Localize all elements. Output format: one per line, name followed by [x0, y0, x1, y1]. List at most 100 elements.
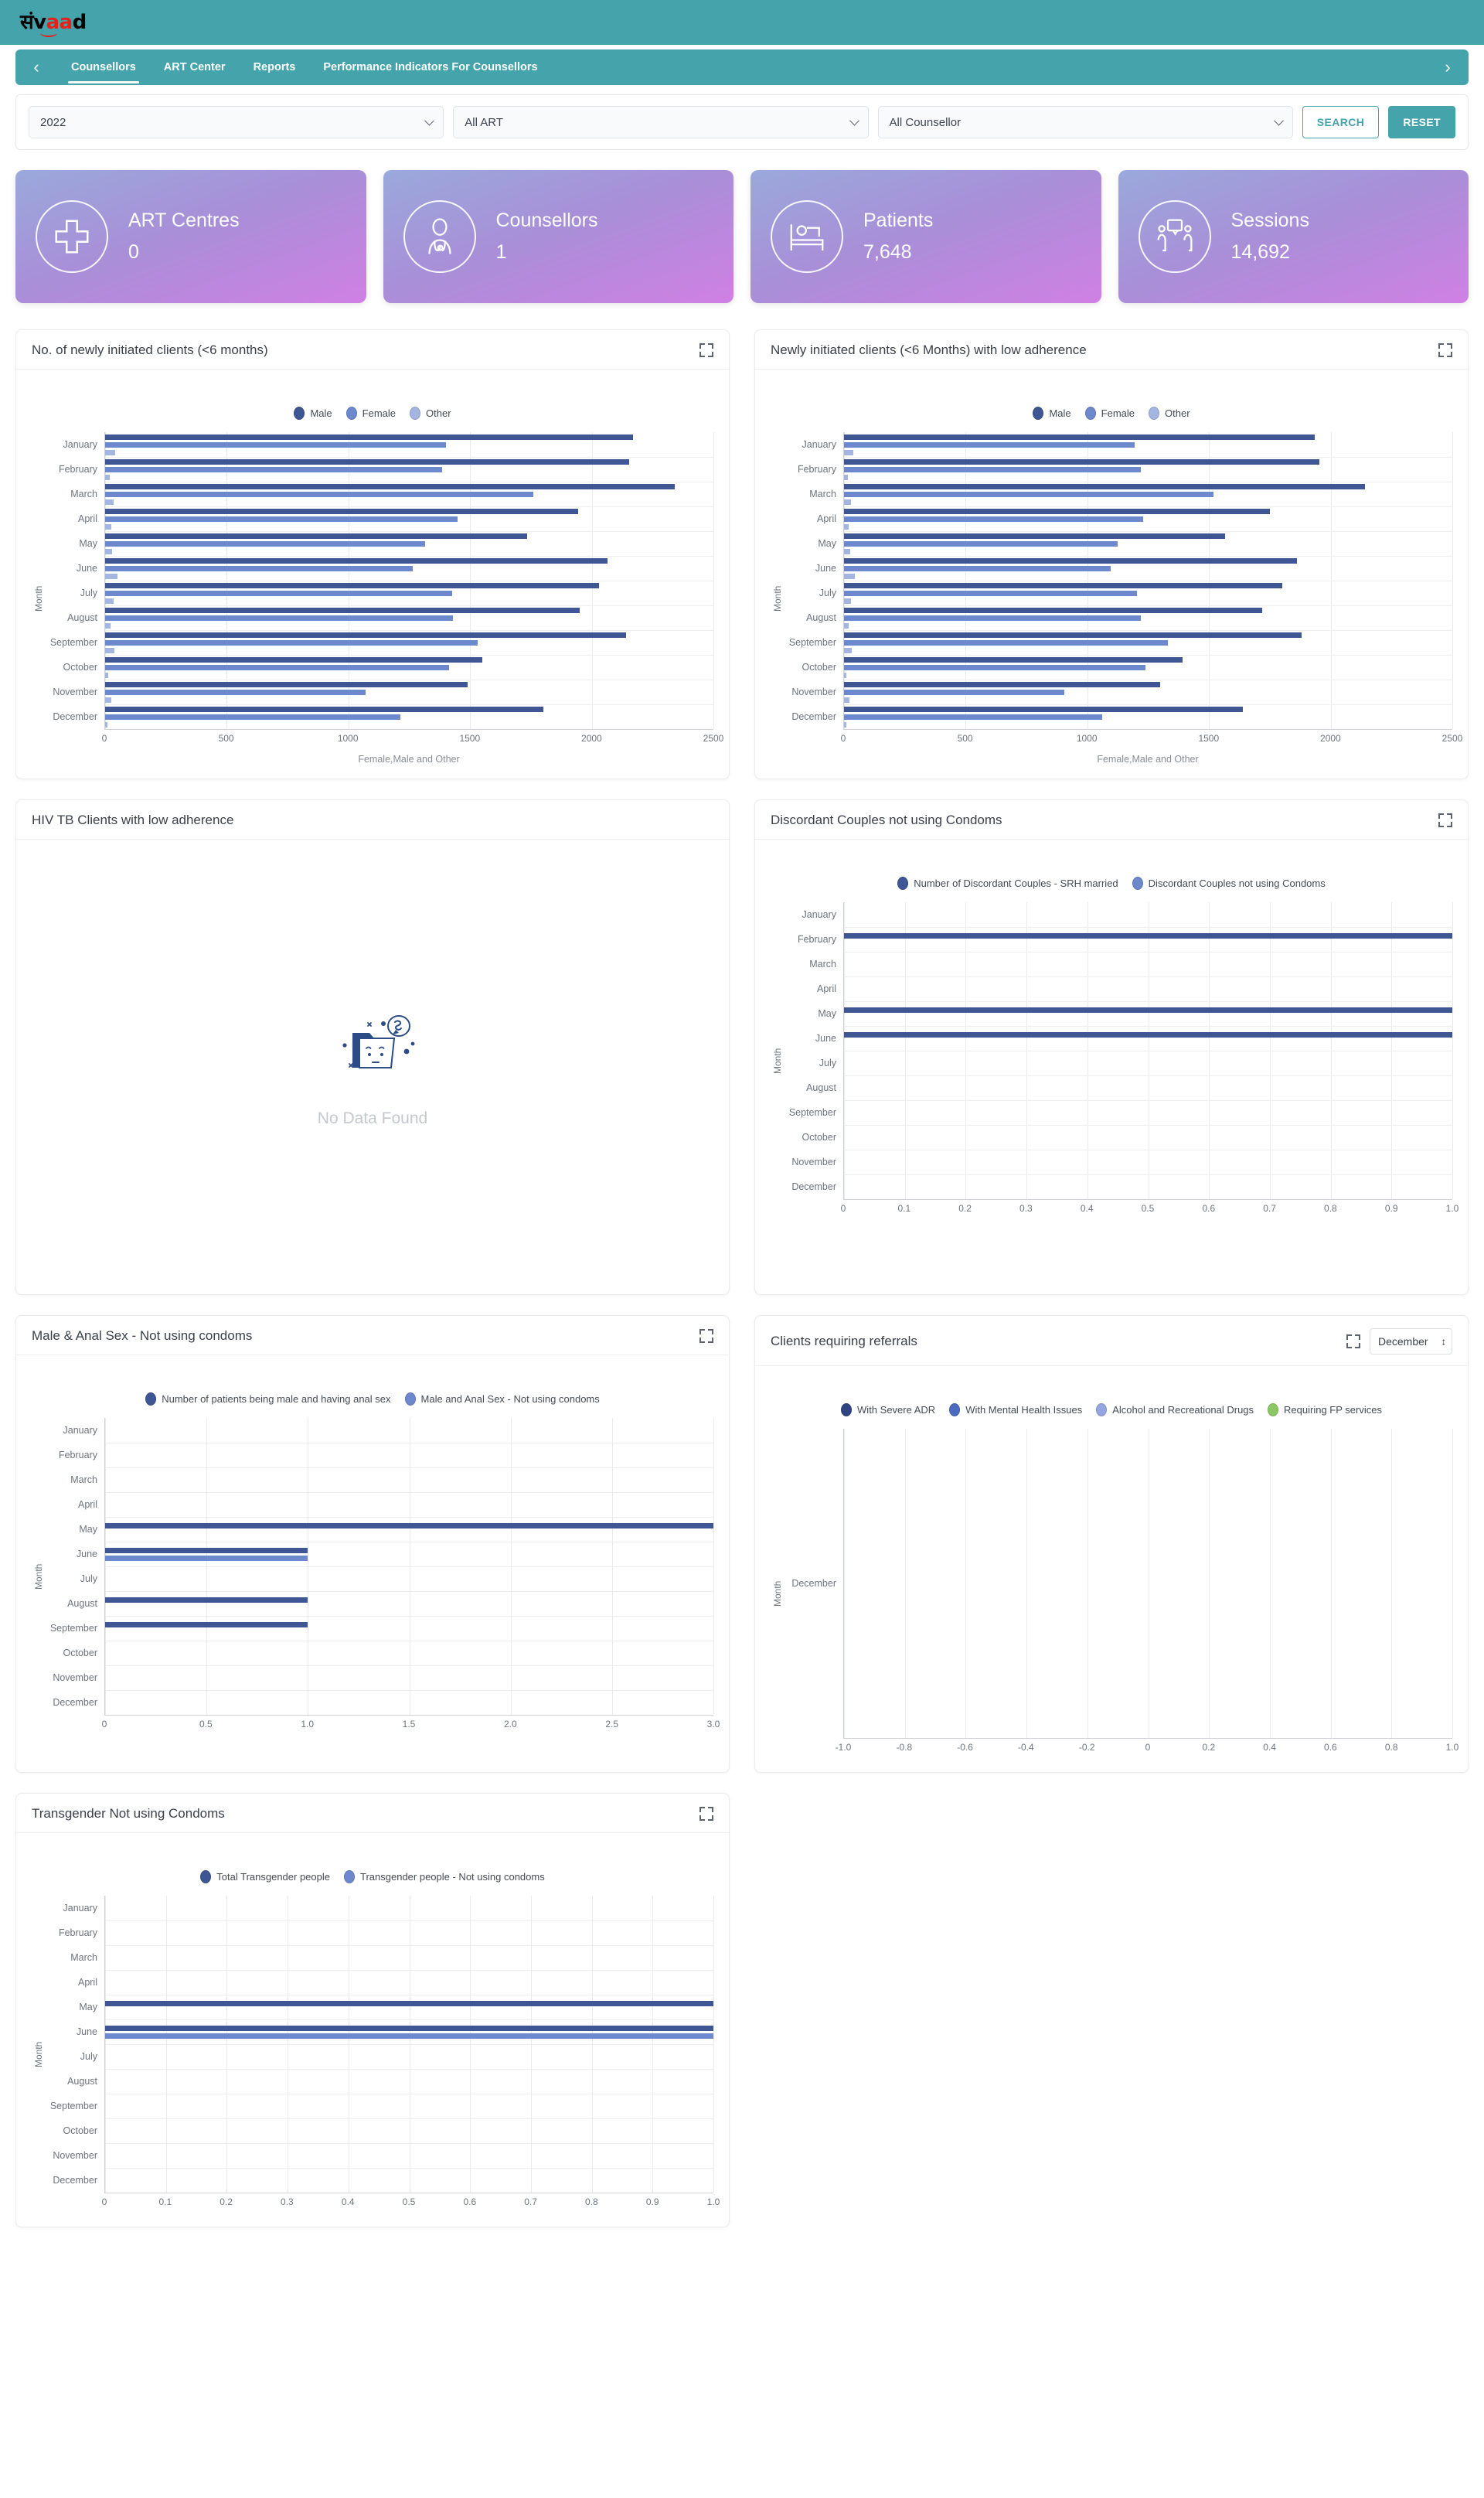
chart-bar [105, 483, 675, 489]
chart-bar [105, 1597, 308, 1603]
legend-item[interactable]: Other [410, 407, 451, 420]
chart-bar [844, 656, 1183, 663]
legend-item[interactable]: With Severe ADR [841, 1403, 935, 1416]
counsellor-select[interactable]: All Counsellor [877, 106, 1293, 138]
nav-tab-reports[interactable]: Reports [240, 49, 310, 85]
legend-item[interactable]: Female [1084, 407, 1135, 420]
x-axis-tick-label: 0.2 [958, 1203, 972, 1214]
chart-body: Total Transgender people Transgender peop… [16, 1833, 729, 2227]
plot-inner: January February March April May June July Augu… [785, 902, 1458, 1219]
month-filter-wrap: JanuaryFebruaryMarchAprilMayJuneJulyAugu… [1370, 1328, 1452, 1355]
legend-item[interactable]: Male [294, 407, 332, 420]
chart-grid: No. of newly initiated clients (<6 month… [15, 329, 1469, 2227]
legend-item[interactable]: Total Transgender people [200, 1870, 330, 1883]
nav-prev-arrow-icon[interactable]: ‹ [15, 49, 57, 85]
nav-tab-counsellors[interactable]: Counsellors [57, 49, 150, 85]
expand-icon-male-anal-sex[interactable] [699, 1329, 713, 1343]
x-axis-tick-label: 0.2 [1202, 1742, 1216, 1753]
chart-bar [844, 508, 1270, 514]
y-axis-tick-label: November [791, 1157, 836, 1167]
chart-bar [105, 1547, 308, 1553]
chart-bar [844, 491, 1214, 497]
x-axis-tick-label: 0 [101, 733, 107, 744]
kpi-text: Patients 7,648 [863, 211, 933, 262]
y-axis-tick-label: July [819, 1058, 836, 1068]
nav-tab-art-center[interactable]: ART Center [150, 49, 240, 85]
plot-area: Month January February March April May June Jul… [771, 432, 1462, 765]
chart-title: Transgender Not using Condoms [32, 1806, 225, 1821]
legend-item[interactable]: Discordant Couples not using Condoms [1132, 877, 1326, 890]
chart-row [844, 1150, 1452, 1174]
chart-legend: Total Transgender people Transgender peop… [32, 1841, 713, 1896]
expand-icon-discordant-couples[interactable] [1438, 813, 1452, 827]
medical-cross-icon [36, 200, 108, 273]
chart-bar [105, 533, 528, 539]
expand-icon-newly-initiated-low-adherence[interactable] [1438, 343, 1452, 357]
legend-item[interactable]: Number of Discordant Couples - SRH marri… [897, 877, 1118, 890]
expand-icon-clients-requiring-referrals[interactable] [1346, 1334, 1360, 1348]
x-axis-tick-label: -0.4 [1018, 1742, 1034, 1753]
chart-header: Transgender Not using Condoms [16, 1794, 729, 1833]
chart-bar [105, 622, 111, 629]
legend-item[interactable]: With Mental Health Issues [949, 1403, 1082, 1416]
x-axis-tick-label: 1.0 [1445, 1742, 1459, 1753]
x-axis-tick-label: 500 [218, 733, 234, 744]
legend-item[interactable]: Transgender people - Not using condoms [344, 1870, 545, 1883]
chart-bar [105, 1621, 308, 1627]
nav-next-arrow-icon[interactable]: › [1427, 49, 1469, 85]
reset-button[interactable]: RESET [1388, 106, 1456, 138]
chart-bar [844, 565, 1111, 571]
y-axis-tick-label: June [76, 2026, 97, 2037]
legend-item[interactable]: Male [1033, 407, 1071, 420]
kpi-card-art-centres[interactable]: ART Centres 0 [15, 170, 366, 303]
kpi-value: 0 [128, 241, 139, 263]
legend-item[interactable]: Female [345, 407, 396, 420]
chart-body: Male Female Other Month January February March… [755, 370, 1468, 779]
month-filter-select[interactable]: JanuaryFebruaryMarchAprilMayJuneJulyAugu… [1370, 1328, 1452, 1355]
plot-rows [104, 1418, 714, 1715]
kpi-card-counsellors[interactable]: Counsellors 1 [383, 170, 733, 303]
chart-row [105, 1616, 713, 1641]
chart-row [844, 1100, 1452, 1125]
kpi-label: Sessions [1230, 210, 1309, 231]
kpi-text: Counsellors 1 [496, 211, 598, 262]
art-center-select[interactable]: All ART [453, 106, 869, 138]
x-axis-tick-label: -0.6 [957, 1742, 973, 1753]
legend-item[interactable]: Male and Anal Sex - Not using condoms [404, 1392, 600, 1406]
legend-color-swatch [200, 1870, 212, 1883]
chart-row [105, 1690, 713, 1715]
plot-area: Month January February March April May June Jul… [32, 1896, 720, 2213]
expand-icon-transgender-not-using-condoms[interactable] [699, 1807, 713, 1821]
legend-item[interactable]: Alcohol and Recreational Drugs [1096, 1403, 1254, 1416]
kpi-card-sessions[interactable]: Sessions 14,692 [1118, 170, 1469, 303]
legend-color-swatch [841, 1403, 853, 1416]
grid-line-vertical [1452, 902, 1453, 1199]
chart-bar [105, 647, 114, 653]
chart-card-transgender-not-using-condoms: Transgender Not using Condoms Total Trans… [15, 1793, 730, 2227]
legend-item[interactable]: Requiring FP services [1268, 1403, 1382, 1416]
chart-bar [105, 449, 115, 455]
x-axis-tick-label: 0.4 [341, 2196, 355, 2207]
expand-icon-newly-initiated-clients[interactable] [699, 343, 713, 357]
legend-item[interactable]: Other [1149, 407, 1190, 420]
nav-tab-performance-indicators-for-counsellors[interactable]: Performance Indicators For Counsellors [309, 49, 551, 85]
kpi-card-patients[interactable]: Patients 7,648 [751, 170, 1101, 303]
year-select[interactable]: 2022202120202019 [29, 106, 444, 138]
chart-legend: Male Female Other [771, 377, 1452, 432]
chart-bar [844, 499, 852, 505]
search-button[interactable]: SEARCH [1302, 106, 1380, 138]
y-axis-title: Month [33, 1563, 44, 1590]
chart-bar [105, 639, 478, 646]
x-axis-tick-label: 0.9 [645, 2196, 659, 2207]
legend-item[interactable]: Number of patients being male and having… [145, 1392, 391, 1406]
x-axis-tick-label: 0.5 [1141, 1203, 1155, 1214]
y-axis-tick-label: September [49, 2101, 97, 2111]
chart-row [844, 655, 1452, 680]
chart-row [844, 902, 1452, 927]
chart-bar [844, 714, 1102, 720]
chart-title: Clients requiring referrals [771, 1334, 917, 1348]
chart-bar [105, 434, 634, 440]
y-axis-tick-label: January [63, 1903, 97, 1914]
y-axis-tick-label: July [80, 588, 97, 598]
app-logo[interactable]: संvaad [20, 12, 87, 37]
